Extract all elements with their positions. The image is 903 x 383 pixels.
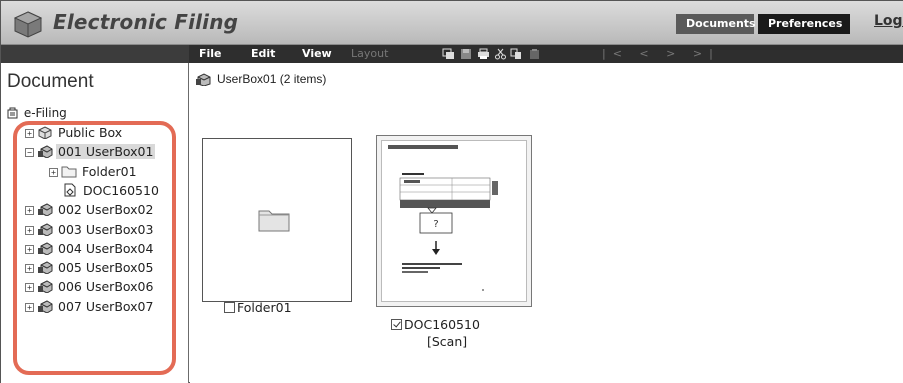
user-box-icon — [38, 242, 53, 255]
document-thumbnail[interactable]: ? — [376, 135, 532, 307]
collapse-toggle[interactable]: − — [25, 148, 34, 158]
folder-caption[interactable]: Folder01 — [224, 300, 292, 315]
tree-item-label: Folder01 — [82, 163, 137, 179]
tree-item[interactable]: +004 UserBox04 — [25, 241, 155, 260]
tree-item[interactable]: +003 UserBox03 — [25, 222, 155, 241]
preview-question-mark: ? — [433, 219, 438, 230]
document-preview-image: ? — [388, 145, 498, 291]
document-name: DOC160510 — [404, 317, 480, 332]
copy-icon[interactable] — [510, 48, 523, 60]
expand-toggle[interactable]: + — [25, 206, 34, 216]
save-icon[interactable] — [460, 48, 473, 60]
tree-root-e-filing[interactable]: e-Filing — [7, 106, 67, 120]
folder-thumbnail[interactable] — [202, 138, 352, 302]
menu-file[interactable]: File — [199, 47, 222, 60]
document-icon — [64, 183, 76, 197]
tab-preferences[interactable]: Preferences — [758, 14, 850, 34]
page-navigation-arrows[interactable]: |< < > >| — [602, 47, 720, 60]
tree-item-label: 001 UserBox01 — [56, 144, 156, 160]
user-box-icon — [38, 145, 53, 159]
document-heading: Document — [7, 71, 94, 92]
tree-item[interactable]: +007 UserBox07 — [25, 299, 155, 318]
expand-toggle[interactable]: + — [25, 264, 34, 274]
tree-item-label: 007 UserBox07 — [58, 298, 154, 314]
tree-item[interactable]: − 001 UserBox01 — [25, 144, 156, 163]
left-pane-top-strip — [1, 45, 189, 63]
menu-view[interactable]: View — [302, 47, 332, 60]
expand-toggle[interactable]: + — [25, 244, 34, 254]
left-navigation-pane: Document e-Filing + Public Box − 001 UserBo… — [1, 45, 189, 383]
document-type-label: [Scan] — [427, 334, 468, 349]
expand-toggle[interactable]: + — [25, 302, 34, 312]
menu-toolbar: File Edit View Layout |< < > >| — [189, 45, 903, 63]
main-content-pane: UserBox01 (2 items) Folder01 ? DOC160510… — [190, 63, 903, 383]
app-title: Electronic Filing — [53, 10, 239, 34]
tree-item[interactable]: + Folder01 — [49, 164, 139, 183]
tree-root-label: e-Filing — [23, 106, 67, 120]
expand-toggle[interactable]: + — [25, 129, 34, 138]
tree-item-label: DOC160510 — [83, 182, 159, 198]
tree-item-label: Public Box — [58, 125, 123, 140]
menu-edit[interactable]: Edit — [251, 47, 275, 60]
expand-toggle[interactable]: + — [49, 167, 58, 177]
e-filing-root-icon — [7, 107, 18, 119]
current-box-name: UserBox01 — [217, 72, 277, 86]
tree-item[interactable]: + Public Box — [25, 125, 124, 144]
login-link[interactable]: Logi — [874, 13, 903, 29]
tree-item-label: 003 UserBox03 — [58, 221, 154, 237]
tree-item-label: 006 UserBox06 — [58, 279, 154, 295]
print-icon[interactable] — [477, 48, 490, 60]
tab-documents[interactable]: Documents — [676, 14, 756, 34]
user-box-icon — [38, 203, 53, 217]
app-window: Electronic Filing Documents Preferences … — [0, 0, 903, 383]
e-filing-logo-icon — [13, 11, 43, 38]
expand-toggle[interactable]: + — [25, 283, 34, 293]
menu-layout[interactable]: Layout — [351, 47, 388, 60]
user-box-icon — [196, 73, 211, 86]
tree-item-label: 004 UserBox04 — [58, 240, 154, 256]
tree-item[interactable]: DOC160510 — [62, 183, 161, 202]
document-preview-page: ? — [381, 140, 527, 302]
current-location-label: UserBox01 (2 items) — [217, 72, 326, 86]
tree-item[interactable]: +005 UserBox05 — [25, 260, 155, 279]
tree-item[interactable]: +006 UserBox06 — [25, 279, 155, 298]
document-select-checkbox[interactable] — [391, 319, 402, 330]
folder-icon — [258, 210, 290, 232]
folder-icon — [61, 166, 77, 178]
user-box-icon — [38, 300, 53, 313]
document-caption[interactable]: DOC160510 — [391, 317, 480, 332]
folder-name: Folder01 — [237, 300, 292, 315]
retrieve-icon[interactable] — [442, 48, 455, 60]
folder-select-checkbox[interactable] — [224, 302, 235, 313]
app-header: Electronic Filing Documents Preferences … — [1, 1, 903, 45]
user-box-icon — [38, 261, 53, 275]
tree-item[interactable]: +002 UserBox02 — [25, 202, 155, 221]
user-box-icon — [38, 222, 53, 236]
expand-toggle[interactable]: + — [25, 225, 34, 235]
item-count: (2 items) — [279, 72, 327, 86]
user-box-icon — [38, 280, 53, 294]
cut-icon[interactable] — [494, 48, 507, 60]
tree-item-label: 005 UserBox05 — [58, 260, 154, 276]
paste-icon[interactable] — [528, 48, 541, 60]
tree-item-label: 002 UserBox02 — [58, 202, 154, 218]
public-box-icon — [38, 126, 52, 139]
